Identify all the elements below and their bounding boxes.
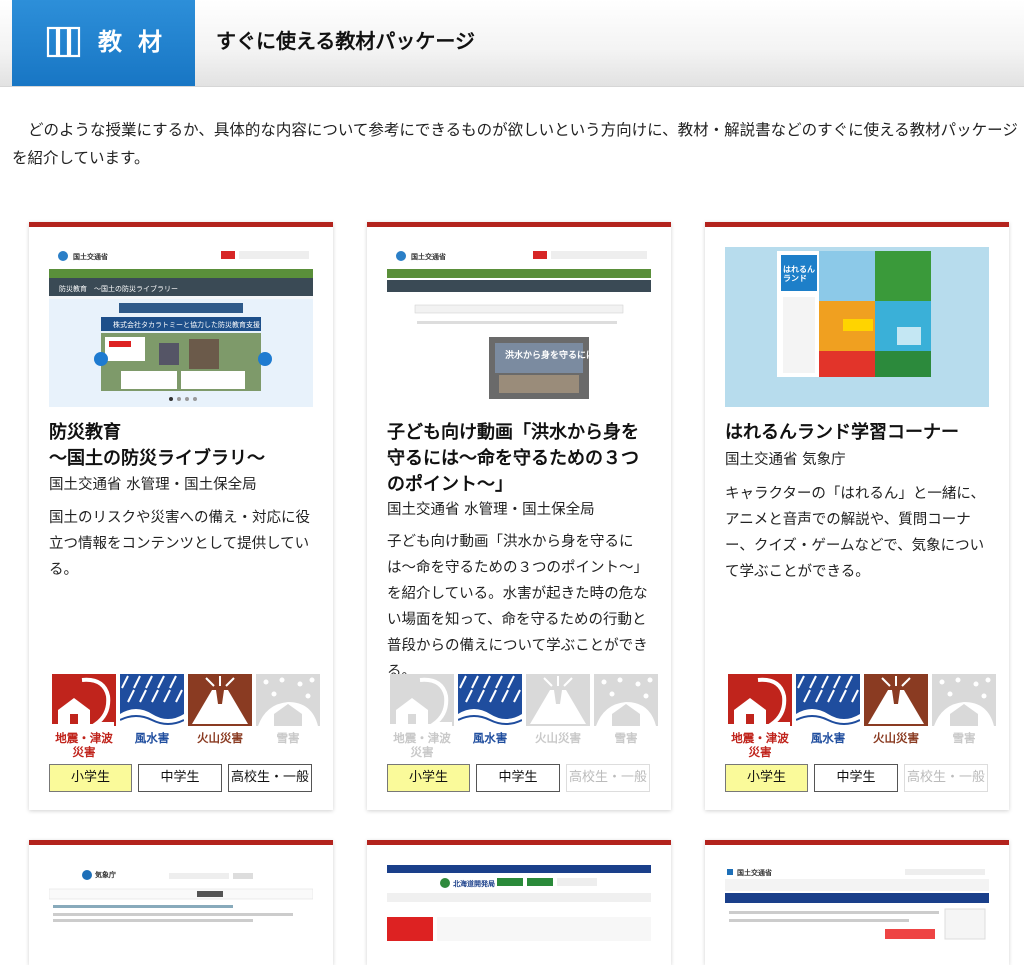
card-organization: 国土交通省 水管理・国土保全局 bbox=[387, 502, 595, 518]
hazard-flood: 風水害 bbox=[796, 674, 860, 745]
website-screenshot-image bbox=[387, 865, 651, 945]
card-description: 子ども向け動画「洪水から身を守るには〜命を守るための３つのポイント〜」を紹介して… bbox=[387, 534, 648, 680]
level-elementary-tag[interactable]: 小学生 bbox=[725, 764, 808, 792]
volcano-icon bbox=[868, 676, 924, 724]
material-card[interactable]: 国土交通省 bbox=[705, 840, 1009, 965]
hazard-snow: 雪害 bbox=[932, 674, 996, 745]
website-screenshot-image bbox=[49, 865, 313, 945]
card-title[interactable]: はれるんランド学習コーナー bbox=[725, 420, 991, 446]
card-thumbnail[interactable]: 国土交通省 防災教育 〜国土の防災ライブラリー 株式会社タカラトミーと協力した防… bbox=[49, 247, 313, 407]
earthquake-tsunami-icon bbox=[728, 677, 790, 726]
card-description: 国土のリスクや災害への備え・対応に役立つ情報をコンテンツとして提供している。 bbox=[49, 510, 310, 578]
page-title: すぐに使える教材パッケージ bbox=[216, 29, 475, 53]
card-thumbnail[interactable]: はれるん ランド bbox=[725, 247, 989, 407]
level-elementary-tag[interactable]: 小学生 bbox=[49, 764, 132, 792]
category-label: 教材 bbox=[98, 28, 178, 56]
card-title[interactable]: 防災教育 〜国土の防災ライブラリ〜 bbox=[49, 420, 315, 472]
page-header: 教材 すぐに使える教材パッケージ bbox=[0, 0, 1024, 87]
book-icon bbox=[46, 26, 81, 58]
intro-text: どのような授業にするか、具体的な内容について参考にできるものが欲しいという方向け… bbox=[12, 121, 1018, 167]
thumb-banner-text: 株式会社タカラトミーと協力した防災教育支援 bbox=[113, 321, 260, 329]
thumb-site-name: 国土交通省 bbox=[73, 253, 108, 261]
card-thumbnail[interactable]: 国土交通省 洪水から身を守るには bbox=[387, 247, 651, 407]
hazard-volcano: 火山災害 bbox=[188, 674, 252, 745]
level-junior-high-tag[interactable]: 中学生 bbox=[476, 764, 560, 792]
flood-rain-icon bbox=[796, 675, 860, 726]
material-card[interactable]: 国土交通省 防災教育 〜国土の防災ライブラリー 株式会社タカラトミーと協力した防… bbox=[29, 222, 333, 810]
target-levels: 小学生 中学生 高校生・一般 bbox=[387, 764, 657, 792]
thumb-section-title: 防災教育 〜国土の防災ライブラリー bbox=[59, 285, 178, 293]
card-title[interactable]: 子ども向け動画「洪水から身を 守るには〜命を守るための３つ のポイント〜」 bbox=[387, 420, 653, 498]
hazard-flood: 風水害 bbox=[120, 674, 184, 745]
target-levels: 小学生 中学生 高校生・一般 bbox=[725, 764, 995, 792]
hazard-earthquake: 地震・津波 災害 bbox=[52, 674, 116, 759]
snow-icon bbox=[596, 677, 656, 726]
hazard-volcano: 火山災害 bbox=[864, 674, 928, 745]
material-card[interactable]: 北海道開発局 bbox=[367, 840, 671, 965]
hazard-icons: 地震・津波 災害 風水害 火山災害 雪害 bbox=[725, 674, 997, 760]
website-screenshot-image bbox=[387, 247, 651, 399]
thumb-site-name: 国土交通省 bbox=[411, 253, 446, 261]
thumb-site-name: 北海道開発局 bbox=[453, 880, 495, 888]
hazard-earthquake: 地震・津波 災害 bbox=[728, 674, 792, 759]
material-card[interactable]: はれるん ランド はれるんランド学習コーナー 国土交通省 気象庁 キャラクターの… bbox=[705, 222, 1009, 810]
snow-icon bbox=[934, 677, 994, 726]
level-high-school-tag[interactable]: 高校生・一般 bbox=[904, 764, 988, 792]
card-description: キャラクターの「はれるん」と一緒に、アニメと音声での解説や、質問コーナー、クイズ… bbox=[725, 486, 985, 580]
category-tag: 教材 bbox=[12, 0, 195, 86]
hazard-icons: 地震・津波 災害 風水害 火山災害 雪害 bbox=[387, 674, 659, 760]
snow-icon bbox=[258, 677, 318, 726]
material-card[interactable]: 気象庁 bbox=[29, 840, 333, 965]
hazard-icons: 地震・津波 災害 風水害 火山災害 雪害 bbox=[49, 674, 321, 760]
card-thumbnail[interactable]: 気象庁 bbox=[49, 865, 313, 945]
hazard-volcano: 火山災害 bbox=[526, 674, 590, 745]
hazard-snow: 雪害 bbox=[594, 674, 658, 745]
material-card[interactable]: 国土交通省 洪水から身を守るには 子ども向け動画「洪水から身を 守るには〜命を守… bbox=[367, 222, 671, 810]
earthquake-tsunami-icon bbox=[52, 677, 114, 726]
card-thumbnail[interactable]: 北海道開発局 bbox=[387, 865, 651, 945]
thumb-site-name: 国土交通省 bbox=[737, 869, 772, 877]
thumb-site-name: 気象庁 bbox=[95, 871, 116, 879]
thumb-video-title: 洪水から身を守るには bbox=[505, 351, 596, 361]
earthquake-tsunami-icon bbox=[390, 677, 452, 726]
flood-rain-icon bbox=[120, 675, 184, 726]
card-organization: 国土交通省 水管理・国土保全局 bbox=[49, 477, 257, 493]
card-organization: 国土交通省 気象庁 bbox=[725, 452, 846, 468]
website-screenshot-image bbox=[725, 247, 989, 407]
volcano-icon bbox=[192, 676, 248, 724]
level-elementary-tag[interactable]: 小学生 bbox=[387, 764, 470, 792]
level-high-school-tag[interactable]: 高校生・一般 bbox=[228, 764, 312, 792]
hazard-snow: 雪害 bbox=[256, 674, 320, 745]
level-junior-high-tag[interactable]: 中学生 bbox=[814, 764, 898, 792]
flood-rain-icon bbox=[458, 675, 522, 726]
target-levels: 小学生 中学生 高校生・一般 bbox=[49, 764, 319, 792]
thumb-logo-text: はれるん ランド bbox=[783, 265, 815, 283]
volcano-icon bbox=[530, 676, 586, 724]
card-thumbnail[interactable]: 国土交通省 bbox=[725, 865, 989, 945]
hazard-earthquake: 地震・津波 災害 bbox=[390, 674, 454, 759]
level-high-school-tag[interactable]: 高校生・一般 bbox=[566, 764, 650, 792]
level-junior-high-tag[interactable]: 中学生 bbox=[138, 764, 222, 792]
hazard-flood: 風水害 bbox=[458, 674, 522, 745]
